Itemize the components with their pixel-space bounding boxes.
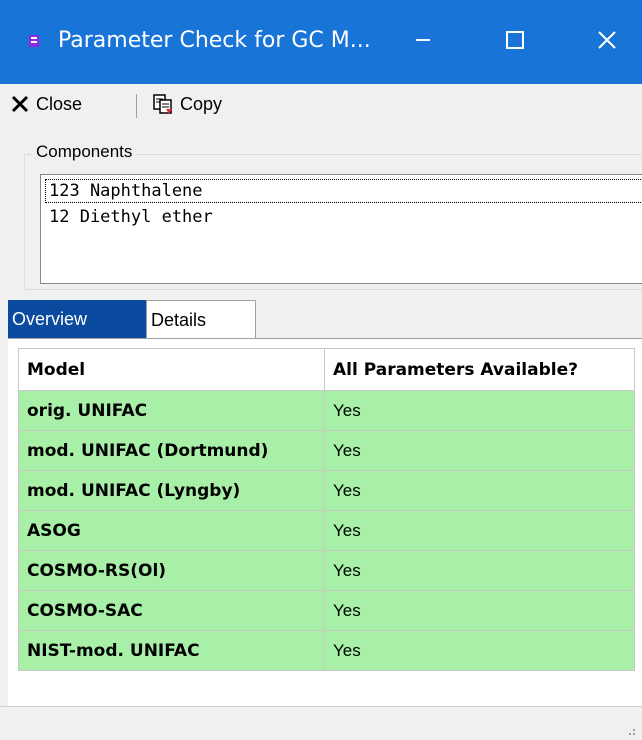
table-header-row: Model All Parameters Available? <box>18 348 635 391</box>
table-row[interactable]: orig. UNIFAC Yes <box>18 390 635 431</box>
close-icon <box>598 31 616 49</box>
resize-grip-icon[interactable] <box>624 721 636 735</box>
maximize-icon <box>506 31 524 49</box>
close-button[interactable]: Close <box>10 89 82 119</box>
toolbar-separator <box>136 94 137 118</box>
table-row[interactable]: mod. UNIFAC (Lyngby) Yes <box>18 470 635 511</box>
copy-button[interactable]: Copy <box>152 89 222 119</box>
tab-details[interactable]: Details <box>146 300 256 338</box>
available-cell: Yes <box>324 550 635 591</box>
model-cell: COSMO-RS(Ol) <box>18 550 325 591</box>
available-cell: Yes <box>324 590 635 631</box>
parameter-table: Model All Parameters Available? orig. UN… <box>18 348 635 671</box>
table-row[interactable]: ASOG Yes <box>18 510 635 551</box>
window-title: Parameter Check for GC M... <box>58 28 371 53</box>
available-cell: Yes <box>324 630 635 671</box>
available-cell: Yes <box>324 510 635 551</box>
table-row[interactable]: NIST-mod. UNIFAC Yes <box>18 630 635 671</box>
model-cell: mod. UNIFAC (Lyngby) <box>18 470 325 511</box>
copy-button-label: Copy <box>180 93 223 114</box>
title-bar[interactable]: Parameter Check for GC M... <box>0 0 642 84</box>
minimize-icon <box>416 39 430 41</box>
components-group-label: Components <box>32 142 137 162</box>
model-cell: NIST-mod. UNIFAC <box>18 630 325 671</box>
model-cell: ASOG <box>18 510 325 551</box>
minimize-button[interactable] <box>400 20 446 60</box>
model-cell: mod. UNIFAC (Dortmund) <box>18 430 325 471</box>
table-row[interactable]: COSMO-SAC Yes <box>18 590 635 631</box>
list-item[interactable]: 12 Diethyl ether <box>45 205 217 229</box>
available-cell: Yes <box>324 430 635 471</box>
maximize-button[interactable] <box>492 20 538 60</box>
column-header-available[interactable]: All Parameters Available? <box>324 348 635 391</box>
tab-overview[interactable]: Overview <box>8 300 150 338</box>
components-list[interactable]: 123 Naphthalene 12 Diethyl ether <box>40 174 642 284</box>
x-icon <box>11 95 29 113</box>
close-button-label: Close <box>36 93 83 114</box>
available-cell: Yes <box>324 390 635 431</box>
status-bar <box>0 706 642 737</box>
toolbar: Close Copy <box>0 84 642 124</box>
table-row[interactable]: COSMO-RS(Ol) Yes <box>18 550 635 591</box>
model-cell: COSMO-SAC <box>18 590 325 631</box>
app-icon <box>26 33 42 49</box>
model-cell: orig. UNIFAC <box>18 390 325 431</box>
copy-icon <box>153 94 172 114</box>
list-item[interactable]: 123 Naphthalene <box>45 179 642 203</box>
close-window-button[interactable] <box>584 20 630 60</box>
table-row[interactable]: mod. UNIFAC (Dortmund) Yes <box>18 430 635 471</box>
column-header-model[interactable]: Model <box>18 348 325 391</box>
available-cell: Yes <box>324 470 635 511</box>
